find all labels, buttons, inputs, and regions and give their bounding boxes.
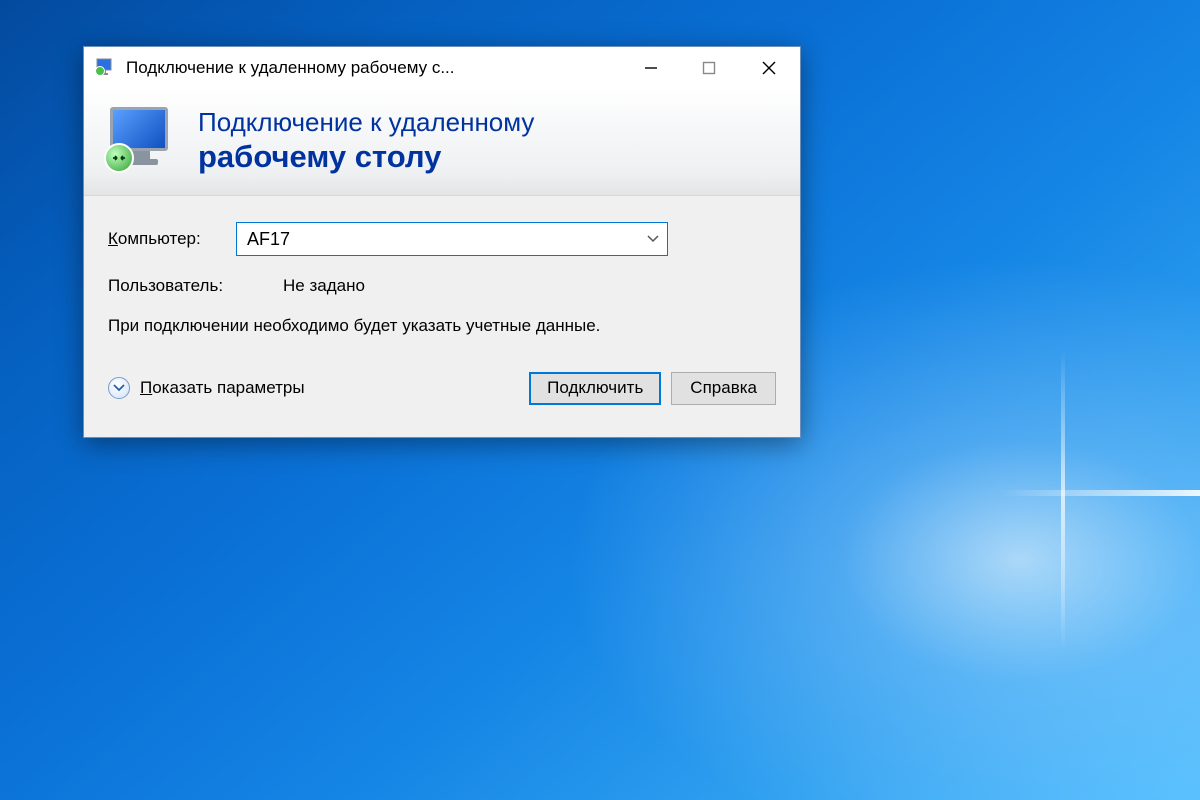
help-button[interactable]: Справка <box>671 372 776 405</box>
show-options-label: Показать параметры <box>140 378 305 398</box>
computer-input[interactable] <box>247 229 639 250</box>
rdp-monitor-icon <box>106 105 178 177</box>
close-button[interactable] <box>738 47 800 89</box>
chevron-down-icon[interactable] <box>639 232 659 246</box>
window-controls <box>622 47 800 89</box>
rdp-window: Подключение к удаленному рабочему с... <box>83 46 801 438</box>
titlebar[interactable]: Подключение к удаленному рабочему с... <box>84 47 800 89</box>
maximize-button[interactable] <box>680 47 738 89</box>
banner-text: Подключение к удаленному рабочему столу <box>198 107 534 175</box>
minimize-button[interactable] <box>622 47 680 89</box>
show-options-link[interactable]: Показать параметры <box>108 377 519 399</box>
footer: Показать параметры Подключить Справка <box>108 368 776 423</box>
app-icon <box>94 57 116 79</box>
banner: Подключение к удаленному рабочему столу <box>84 89 800 196</box>
dialog-body: Компьютер: Пользователь: Не задано При п… <box>84 196 800 437</box>
user-row: Пользователь: Не задано <box>108 276 776 296</box>
expand-down-icon <box>108 377 130 399</box>
user-value: Не задано <box>283 276 365 296</box>
computer-row: Компьютер: <box>108 222 776 256</box>
bg-light-streak <box>1000 490 1200 496</box>
credentials-info: При подключении необходимо будет указать… <box>108 314 668 338</box>
bg-light-streak-vertical <box>1061 350 1065 650</box>
connect-button[interactable]: Подключить <box>529 372 661 405</box>
computer-label: Компьютер: <box>108 229 236 249</box>
window-title: Подключение к удаленному рабочему с... <box>126 58 622 78</box>
banner-line2: рабочему столу <box>198 138 534 175</box>
computer-combobox[interactable] <box>236 222 668 256</box>
banner-line1: Подключение к удаленному <box>198 107 534 138</box>
user-label: Пользователь: <box>108 276 283 296</box>
